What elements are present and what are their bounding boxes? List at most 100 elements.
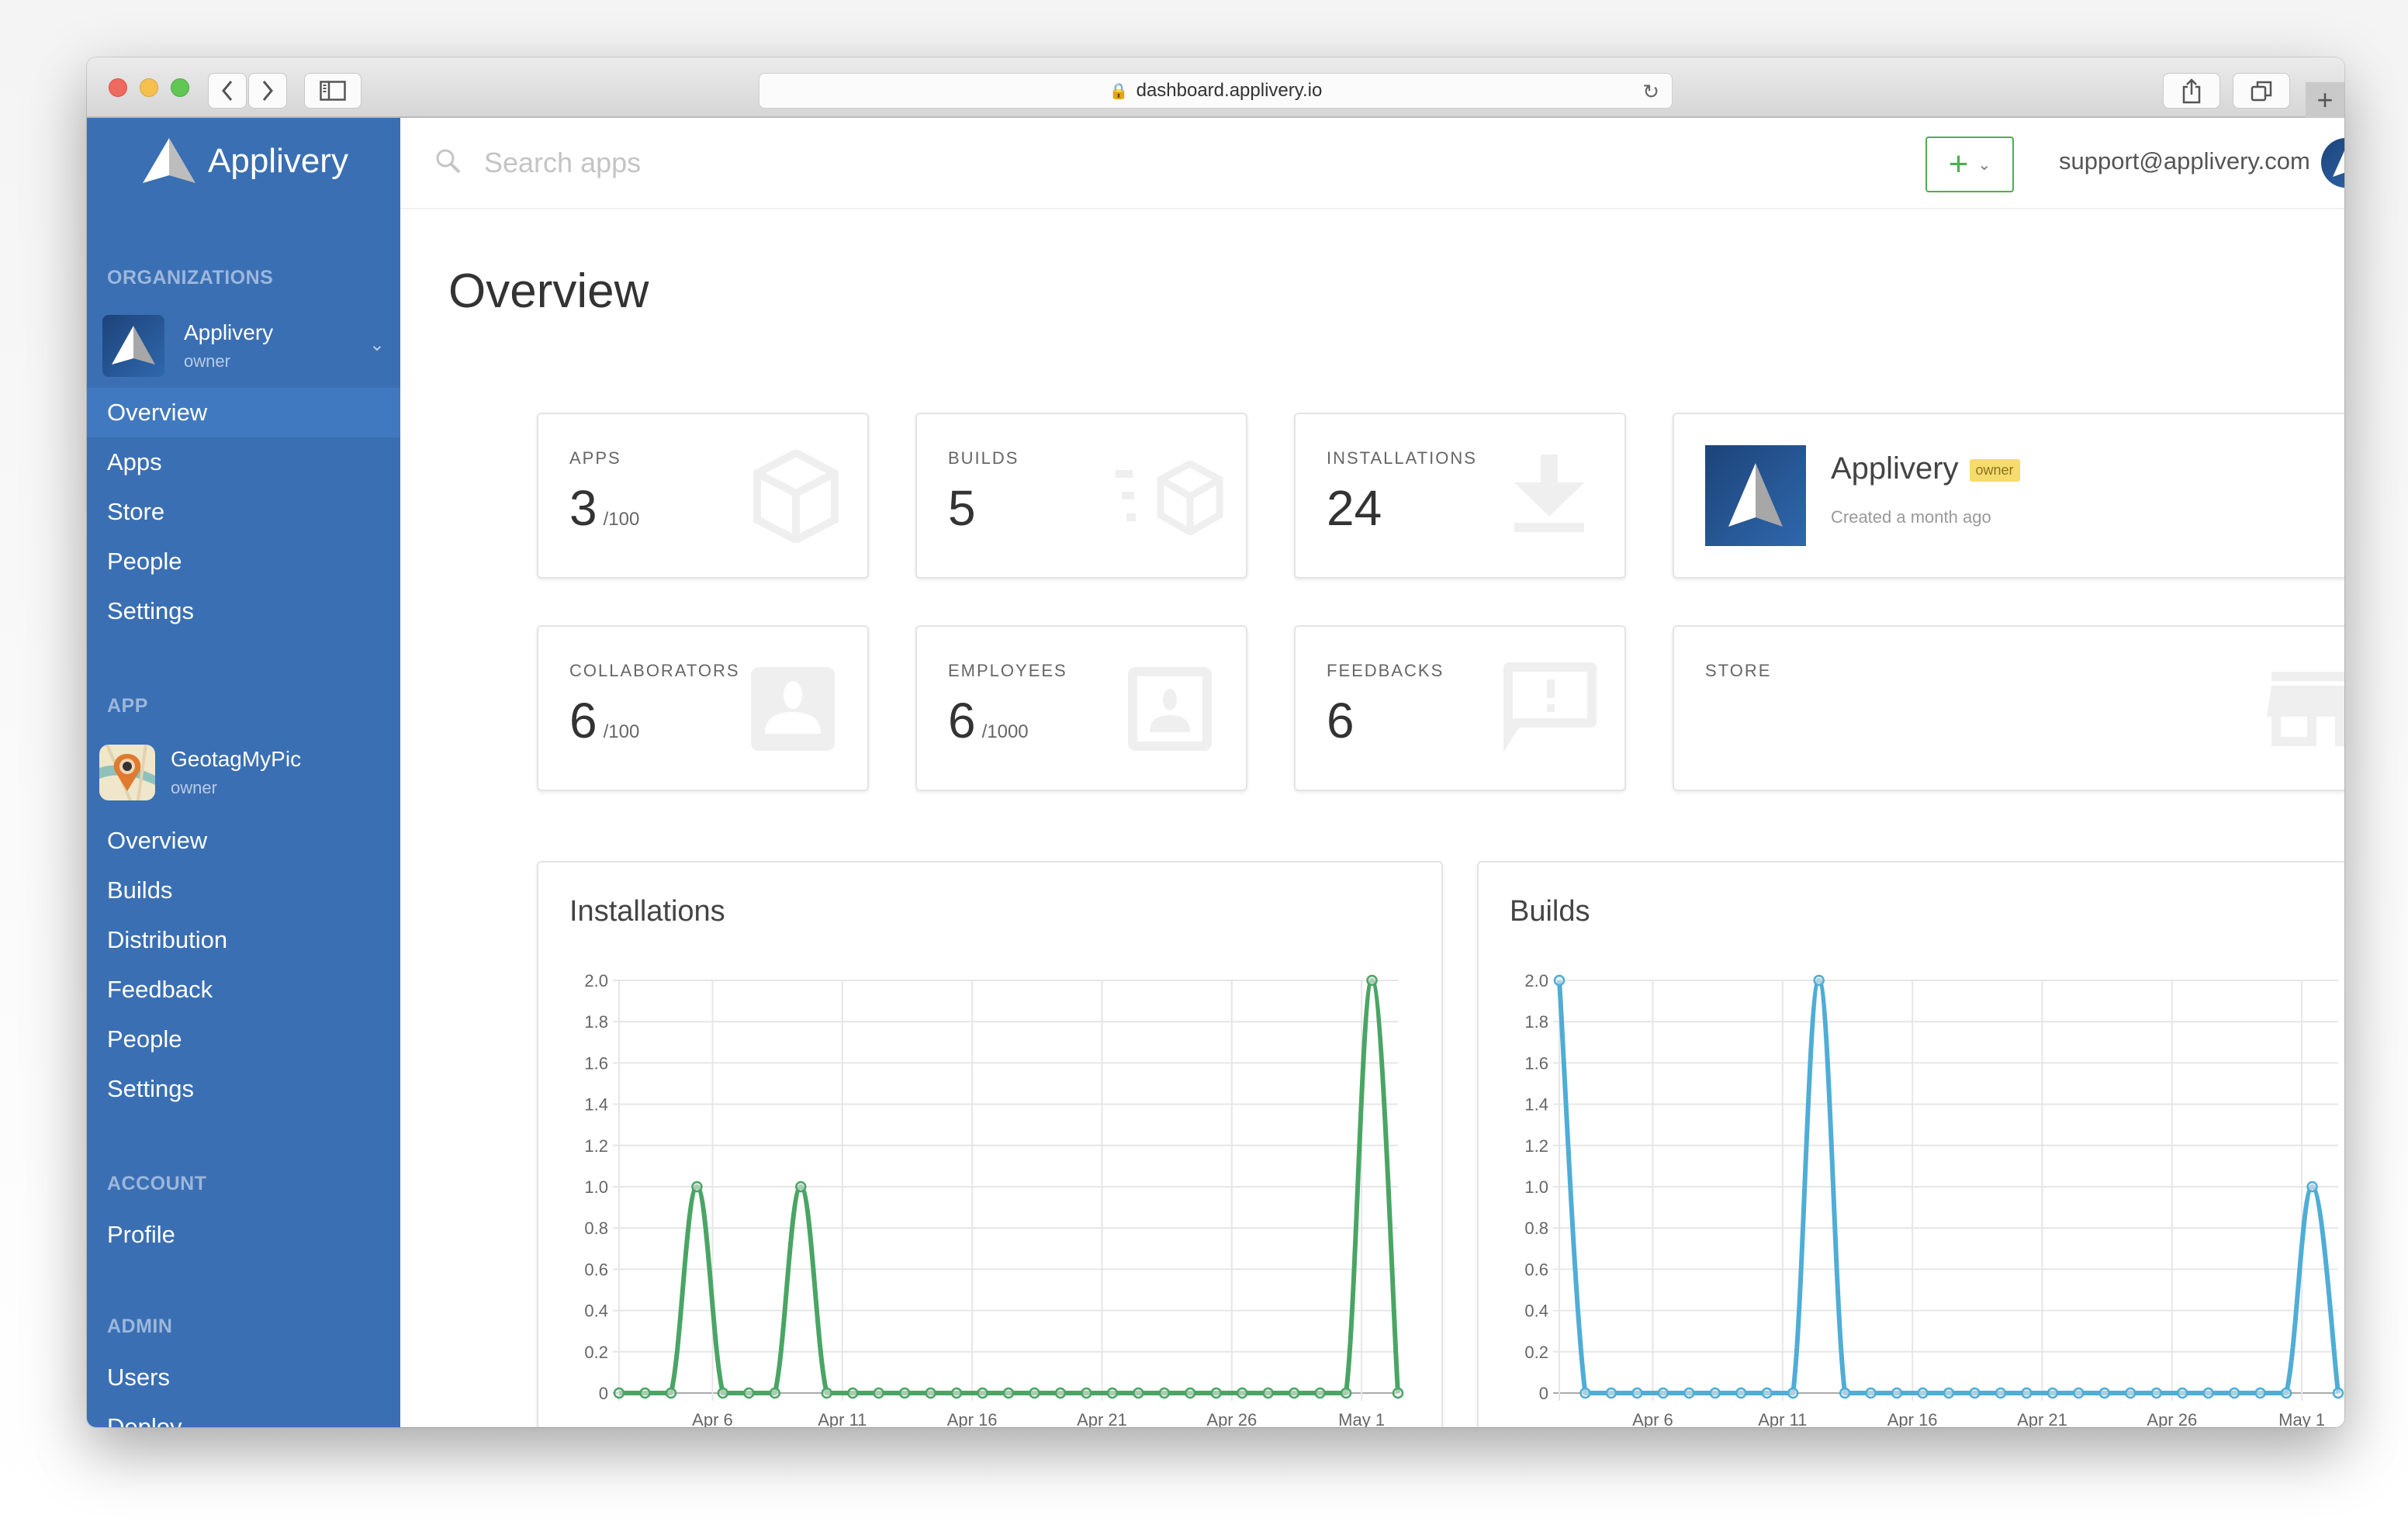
data-point <box>769 1387 781 1399</box>
section-title-app: APP <box>107 695 148 717</box>
data-point <box>1366 974 1378 987</box>
stat-value: 3/100 <box>569 480 640 536</box>
app-switcher[interactable]: GeotagMyPic owner <box>99 738 386 807</box>
y-tick-label: 0.2 <box>1524 1343 1548 1362</box>
y-tick-label: 1.4 <box>1524 1095 1548 1115</box>
y-tick-label: 0.8 <box>1524 1219 1548 1238</box>
sidebar-item-app-overview[interactable]: Overview <box>87 816 400 866</box>
stat-card-installations[interactable]: INSTALLATIONS 24 <box>1294 413 1626 579</box>
sidebar-item-profile[interactable]: Profile <box>87 1210 400 1260</box>
lock-icon: 🔒 <box>1109 82 1129 100</box>
y-tick-label: 1.4 <box>584 1095 608 1115</box>
data-point <box>1106 1387 1119 1399</box>
stat-label: BUILDS <box>948 448 1019 468</box>
data-point <box>2176 1387 2188 1399</box>
stat-value: 6/1000 <box>948 693 1029 748</box>
owner-badge: owner <box>1969 458 2020 482</box>
stat-limit: /1000 <box>981 721 1029 742</box>
forward-button[interactable] <box>248 73 287 109</box>
x-tick-label: Apr 11 <box>818 1410 867 1427</box>
new-tab-button[interactable]: + <box>2306 82 2344 118</box>
address-bar[interactable]: 🔒 dashboard.applivery.io ↻ <box>759 73 1673 109</box>
data-point <box>898 1387 911 1399</box>
sidebar-item-deploy[interactable]: Deploy <box>87 1402 400 1427</box>
x-tick-label: May 1 <box>2278 1410 2325 1427</box>
chevron-right-icon <box>262 81 273 101</box>
sidebar: Applivery ORGANIZATIONS Applivery owner … <box>87 118 400 1427</box>
sidebar-item-org-overview[interactable]: Overview <box>87 388 400 437</box>
organization-name: Applivery <box>184 320 274 344</box>
user-email[interactable]: support@applivery.com <box>2059 147 2310 175</box>
organization-role: owner <box>184 351 230 371</box>
sidebar-item-app-settings[interactable]: Settings <box>87 1064 400 1114</box>
data-point <box>2254 1387 2266 1399</box>
sidebar-item-org-store[interactable]: Store <box>87 487 400 537</box>
stat-limit: /100 <box>603 509 640 530</box>
data-point <box>1185 1387 1196 1399</box>
stat-card-collaborators[interactable]: COLLABORATORS 6/100 <box>537 625 869 791</box>
search-input[interactable] <box>484 141 950 185</box>
minimize-window-button[interactable] <box>140 78 158 97</box>
y-tick-label: 1.6 <box>1524 1053 1548 1073</box>
x-tick-label: Apr 11 <box>1758 1410 1807 1427</box>
data-point <box>1865 1387 1877 1399</box>
data-point <box>1340 1387 1352 1399</box>
data-point <box>1081 1387 1092 1399</box>
stat-card-feedbacks[interactable]: FEEDBACKS 6 <box>1294 625 1626 791</box>
stat-value: 6/100 <box>569 693 640 748</box>
close-window-button[interactable] <box>109 78 127 97</box>
sidebar-toggle-button[interactable] <box>304 73 362 109</box>
stat-card-store[interactable]: STORE <box>1673 625 2344 791</box>
data-point <box>1943 1387 1955 1399</box>
add-button[interactable]: + ⌄ <box>1925 137 2014 192</box>
stat-card-builds[interactable]: BUILDS 5 <box>915 413 1247 579</box>
chevron-down-icon[interactable]: ⌄ <box>369 334 385 356</box>
sidebar-item-org-settings[interactable]: Settings <box>87 586 400 636</box>
data-point <box>2046 1387 2059 1399</box>
data-point <box>1709 1387 1721 1399</box>
sidebar-item-app-builds[interactable]: Builds <box>87 866 400 915</box>
data-point <box>1813 974 1825 987</box>
sidebar-item-app-feedback[interactable]: Feedback <box>87 965 400 1015</box>
data-point <box>2021 1387 2033 1399</box>
stat-label: COLLABORATORS <box>569 661 740 680</box>
organization-card[interactable]: Applivery owner Created a month ago <box>1673 413 2344 579</box>
page-title: Overview <box>448 264 649 318</box>
organization-switcher[interactable]: Applivery owner ⌄ <box>102 312 389 380</box>
tabs-overview-button[interactable] <box>2233 73 2290 109</box>
user-avatar[interactable] <box>2321 138 2344 188</box>
data-point <box>1631 1387 1643 1399</box>
y-tick-label: 0.8 <box>584 1219 608 1238</box>
sidebar-item-org-people[interactable]: People <box>87 537 400 586</box>
store-icon <box>2267 672 2344 746</box>
sidebar-item-app-people[interactable]: People <box>87 1015 400 1064</box>
x-tick-label: Apr 26 <box>2147 1410 2197 1427</box>
data-point <box>717 1387 729 1399</box>
maximize-window-button[interactable] <box>171 78 189 97</box>
share-button[interactable] <box>2163 73 2220 109</box>
sidebar-item-org-apps[interactable]: Apps <box>87 437 400 487</box>
data-point <box>1158 1387 1171 1399</box>
data-point <box>1288 1387 1300 1399</box>
reload-icon[interactable]: ↻ <box>1642 80 1659 104</box>
data-point <box>1761 1387 1773 1399</box>
x-tick-label: May 1 <box>1338 1410 1385 1427</box>
data-point <box>1054 1387 1067 1399</box>
stat-card-employees[interactable]: EMPLOYEES 6/1000 <box>915 625 1247 791</box>
person-icon <box>751 667 835 751</box>
browser-window: 🔒 dashboard.applivery.io ↻ + Applivery O… <box>87 57 2344 1427</box>
brand[interactable]: Applivery <box>143 138 348 185</box>
data-point <box>1969 1387 1981 1399</box>
organization-created: Created a month ago <box>1831 507 1991 527</box>
stat-card-apps[interactable]: APPS 3/100 <box>537 413 869 579</box>
sidebar-item-app-distribution[interactable]: Distribution <box>87 915 400 965</box>
share-icon <box>2182 78 2201 104</box>
back-button[interactable] <box>208 73 247 109</box>
tabs-icon <box>2251 81 2272 102</box>
y-tick-label: 1.0 <box>1524 1177 1548 1197</box>
stat-value: 5 <box>948 480 976 536</box>
y-tick-label: 0.4 <box>584 1302 608 1321</box>
section-title-organizations: ORGANIZATIONS <box>107 267 274 289</box>
x-tick-label: Apr 16 <box>1887 1410 1938 1427</box>
sidebar-item-users[interactable]: Users <box>87 1353 400 1402</box>
